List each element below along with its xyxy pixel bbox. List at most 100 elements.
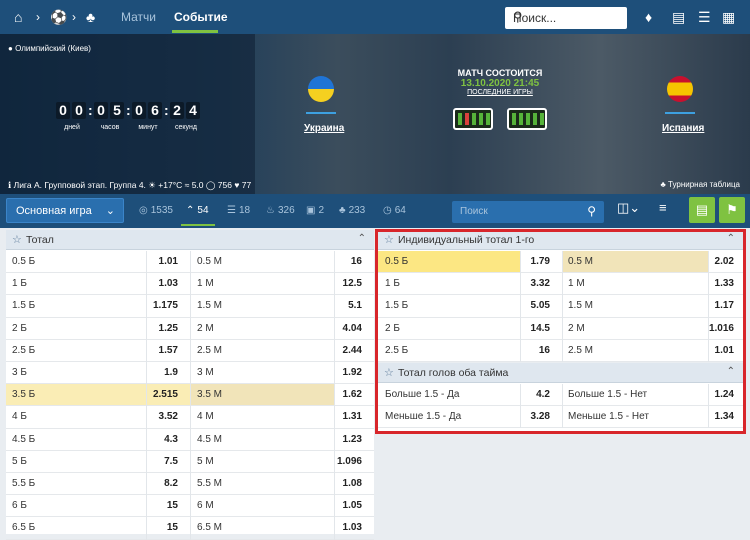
bell-icon[interactable]: ♦ <box>645 8 652 26</box>
column-divider <box>190 273 191 296</box>
odds-value[interactable]: 1.57 <box>144 340 178 362</box>
odds-value[interactable]: 1.01 <box>144 251 178 273</box>
cup-icon: ♣ <box>339 205 346 216</box>
tab-all-markets[interactable]: ◎ 1535 <box>139 205 173 216</box>
top-bar: ⌂ › ⚽ › ♣ Матчи Событие Поиск... ⚲ ♦ ▤ ☰… <box>0 0 750 34</box>
column-divider <box>334 251 335 274</box>
timer-colon: : <box>164 102 169 118</box>
chevron-up-icon[interactable]: ⌃ <box>358 233 366 244</box>
odds-value[interactable]: 1.175 <box>144 295 178 317</box>
odds-row: 2.5 Б 1.57 2.5 М 2.44 <box>6 339 374 362</box>
column-divider <box>146 251 147 274</box>
trophy-icon: ♣ <box>660 180 666 189</box>
timer-colon: : <box>126 102 131 118</box>
column-divider <box>334 517 335 540</box>
odds-value[interactable]: 2.515 <box>144 384 178 406</box>
timer-label-days: дней <box>64 124 80 131</box>
game-result-bar <box>526 113 530 125</box>
odds-value[interactable]: 1.25 <box>144 318 178 340</box>
tournament-table-link[interactable]: ♣ Турнирная таблица <box>661 180 740 189</box>
column-divider <box>146 317 147 340</box>
tab-time[interactable]: ◷ 64 <box>383 205 406 216</box>
chevron-up-icon: ⌃ <box>186 205 195 216</box>
tab-list[interactable]: ☰ 18 <box>227 205 250 216</box>
game-type-dropdown[interactable]: Основная игра ⌄ <box>6 198 124 223</box>
stats-icon[interactable]: ▤ <box>672 8 685 26</box>
odds-value[interactable]: 4.3 <box>144 429 178 451</box>
sun-icon: ☀ <box>148 180 156 190</box>
column-divider <box>334 428 335 451</box>
match-info: МАТЧ СОСТОИТСЯ 13.10.2020 21:45 ПОСЛЕДНИ… <box>445 68 555 96</box>
trophy-icon[interactable]: ♣ <box>86 8 95 26</box>
home-icon[interactable]: ⌂ <box>14 8 22 26</box>
away-last-games[interactable] <box>507 108 547 130</box>
info-icon: ℹ <box>8 180 12 190</box>
football-icon[interactable]: ⚽ <box>50 8 67 26</box>
search-input[interactable]: Поиск... ⚲ <box>505 7 627 29</box>
stats-button[interactable]: ▤ <box>689 197 715 223</box>
list-icon: ☰ <box>227 205 236 216</box>
field-button[interactable]: ⚑ <box>719 197 745 223</box>
column-divider <box>334 406 335 429</box>
layout-columns-icon[interactable]: ◫⌄ <box>617 200 640 216</box>
star-icon[interactable]: ☆ <box>12 233 22 246</box>
tab-event[interactable]: Событие <box>174 10 228 24</box>
stats-icon: ▤ <box>695 202 709 217</box>
odds-row: 5 Б 7.5 5 М 1.096 <box>6 450 374 473</box>
match-status-title: МАТЧ СОСТОИТСЯ <box>457 68 543 78</box>
tab-matches[interactable]: Матчи <box>121 10 156 24</box>
game-result-bar <box>512 113 516 125</box>
outcome-label: 6 Б <box>12 500 27 512</box>
column-divider <box>190 517 191 540</box>
search-placeholder: Поиск <box>460 206 488 217</box>
search-icon[interactable]: ⚲ <box>587 204 596 218</box>
list-view-icon[interactable]: ☰ <box>698 8 711 26</box>
active-tab-indicator <box>181 224 215 226</box>
home-last-games[interactable] <box>453 108 493 130</box>
clock-icon: ◷ <box>383 205 392 216</box>
column-divider <box>146 428 147 451</box>
tab-popular[interactable]: ♨ 326 <box>266 205 295 216</box>
weather-value: +17°C <box>158 180 183 190</box>
tab-totals[interactable]: ⌃ 54 <box>186 205 209 216</box>
away-team-link[interactable]: Испания <box>662 123 704 134</box>
column-divider <box>190 495 191 518</box>
outcome-label: 3 Б <box>12 367 27 378</box>
odds-value[interactable]: 3.52 <box>144 406 178 428</box>
tournament-table-label: Турнирная таблица <box>668 180 740 189</box>
column-divider <box>334 339 335 362</box>
collapse-icon[interactable]: ≡ <box>659 200 667 215</box>
last-games-link[interactable]: ПОСЛЕДНИЕ ИГРЫ <box>445 89 555 96</box>
wind-icon: ≈ <box>184 180 190 190</box>
odds-value[interactable]: 7.5 <box>144 451 178 473</box>
wind-value: 5.0 <box>191 180 204 190</box>
game-result-bar <box>472 113 476 125</box>
league-label: Лига А. Групповой этап. Группа 4. <box>13 180 146 190</box>
tab-count: 64 <box>394 205 406 216</box>
market-search-input[interactable]: Поиск ⚲ <box>452 201 604 223</box>
outcome-label: 3.5 Б <box>12 389 36 401</box>
outcome-label: 1.5 М <box>197 300 223 312</box>
odds-value[interactable]: 15 <box>144 495 178 517</box>
tab-count: 54 <box>197 205 209 216</box>
odds-value[interactable]: 1.9 <box>144 362 178 384</box>
tab-players[interactable]: ▣ 2 <box>306 205 324 216</box>
market-header[interactable]: ☆ Тотал ⌃ <box>6 230 374 250</box>
odds-row: 3.5 Б 2.515 3.5 М 1.62 <box>6 384 374 407</box>
outcome-label: 1.5 Б <box>12 300 36 312</box>
search-icon[interactable]: ⚲ <box>513 9 621 25</box>
tab-specials[interactable]: ♣ 233 <box>339 205 365 216</box>
home-team-link[interactable]: Украина <box>304 123 344 134</box>
team-underline <box>306 112 336 114</box>
odds-value[interactable]: 15 <box>144 517 178 539</box>
odds-value[interactable]: 8.2 <box>144 473 178 495</box>
timer-digit: 0 <box>132 102 146 119</box>
outcome-label: 5 М <box>197 455 214 467</box>
grid-view-icon[interactable]: ▦ <box>722 8 735 26</box>
tab-count: 18 <box>238 205 251 216</box>
odds-value[interactable]: 1.03 <box>144 273 178 295</box>
chevron-right-icon: › <box>72 10 76 24</box>
column-divider <box>334 295 335 318</box>
outcome-label: 5.5 Б <box>12 478 36 489</box>
viewers-icon: ◯ <box>205 180 216 190</box>
